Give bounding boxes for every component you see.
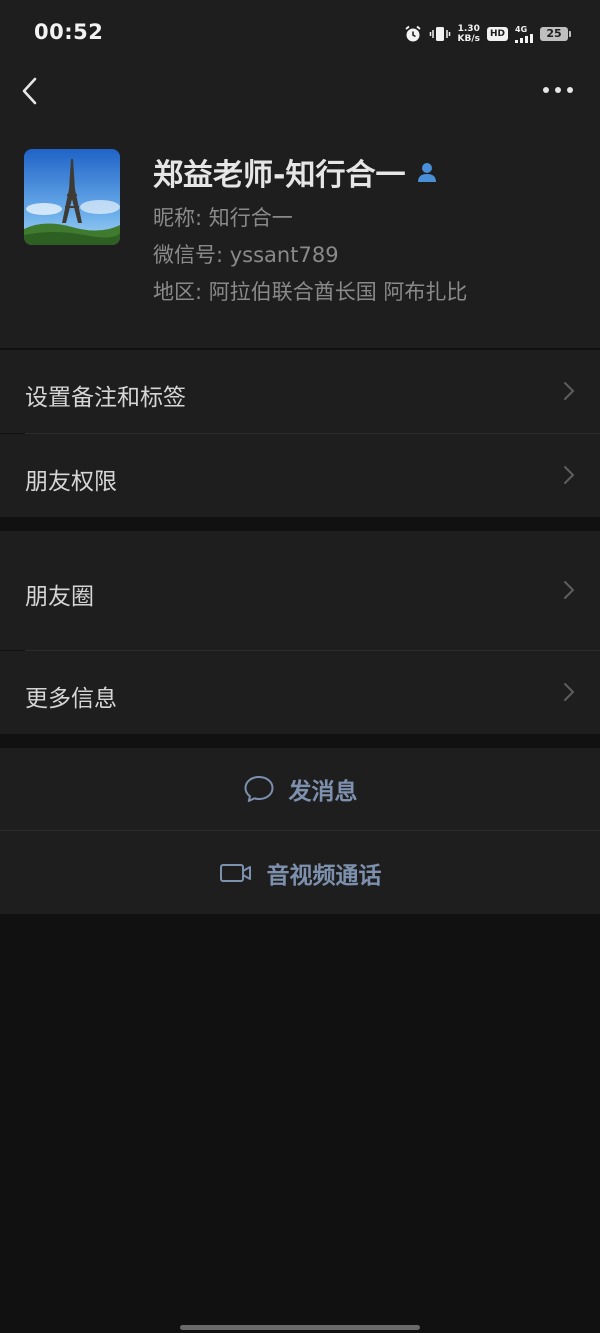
- network-speed-unit: KB/s: [457, 34, 480, 44]
- region: 地区: 阿拉伯联合酋长国 阿布扎比: [153, 280, 468, 304]
- battery-icon: 25: [540, 27, 571, 41]
- menu-item-moments-label: 朋友圈: [25, 584, 94, 610]
- status-time: 00:52: [34, 20, 104, 44]
- menu-item-remark[interactable]: 设置备注和标签: [0, 350, 600, 433]
- vibrate-icon: [429, 27, 450, 41]
- menu-item-moments[interactable]: 朋友圈: [0, 531, 600, 650]
- back-icon[interactable]: [16, 74, 46, 108]
- network-speed-value: 1.30: [457, 24, 480, 34]
- more-icon[interactable]: [540, 78, 576, 102]
- menu-item-permissions[interactable]: 朋友权限: [0, 434, 600, 517]
- avatar[interactable]: [24, 149, 120, 245]
- status-icons: 1.30 KB/s HD 4G 25: [404, 22, 571, 46]
- chevron-right-icon: [564, 683, 575, 701]
- menu-item-more-info[interactable]: 更多信息: [0, 651, 600, 734]
- person-badge-icon: [418, 163, 437, 182]
- chat-bubble-icon: [244, 776, 273, 802]
- signal-icon: [515, 34, 533, 43]
- chevron-right-icon: [564, 466, 575, 484]
- wechat-id: 微信号: yssant789: [153, 243, 339, 267]
- nav-bar: [0, 66, 600, 116]
- send-message-button[interactable]: 发消息: [0, 748, 600, 830]
- nickname: 昵称: 知行合一: [153, 206, 293, 230]
- alarm-icon: [404, 25, 421, 42]
- home-indicator[interactable]: [180, 1325, 420, 1330]
- name-row: 郑益老师-知行合一: [153, 150, 439, 194]
- network-type: 4G: [515, 25, 528, 34]
- status-bar: 00:52 1.30 KB/s HD 4G 25: [0, 0, 600, 66]
- network-speed: 1.30 KB/s: [458, 24, 480, 44]
- chevron-right-icon: [564, 382, 575, 400]
- send-message-label: 发消息: [288, 779, 358, 805]
- video-camera-icon: [219, 863, 251, 882]
- menu-item-remark-label: 设置备注和标签: [25, 385, 186, 411]
- chevron-right-icon: [564, 581, 575, 599]
- menu-item-more-info-label: 更多信息: [25, 686, 117, 712]
- network-indicator: 4G: [515, 25, 533, 43]
- video-call-label: 音视频通话: [266, 862, 382, 889]
- menu-item-permissions-label: 朋友权限: [25, 469, 117, 495]
- contact-name: 郑益老师-知行合一: [153, 158, 406, 193]
- hd-badge: HD: [486, 27, 508, 41]
- profile-card: 郑益老师-知行合一 昵称: 知行合一 微信号: yssant789 地区: 阿拉…: [0, 116, 600, 348]
- video-call-button[interactable]: 音视频通话: [0, 831, 600, 914]
